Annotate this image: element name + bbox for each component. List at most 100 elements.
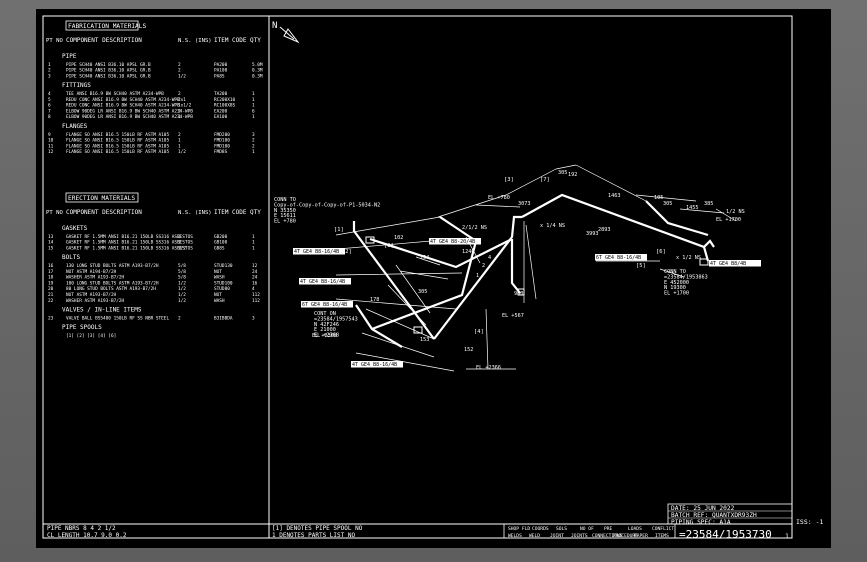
item-code: STUD130 [214, 263, 233, 269]
nominal-size: 2 [178, 68, 181, 74]
nominal-size: 1 [178, 114, 181, 120]
drawing-number: =23584/1953730 [679, 528, 772, 541]
part-no: 7 [48, 108, 51, 114]
dimension-label: 1455 [686, 205, 699, 211]
quantity: 5.0M [252, 62, 263, 68]
part-no: 23 [48, 315, 54, 321]
quantity: 1 [252, 114, 255, 120]
item-code: FMD8S [214, 149, 228, 155]
part-no: 10 [48, 138, 54, 144]
dimension-label: 152 [464, 347, 473, 353]
dimension-label: 1246 [462, 249, 475, 255]
quantity: 1 [252, 234, 255, 240]
ns-header: N.S. (INS) [178, 38, 212, 44]
dimension-label: 305 [418, 289, 427, 295]
component-desc: FLANGE SO ANSI B16.5 150LB RF ASTM A105 [66, 138, 169, 144]
item-code: NUT [214, 292, 222, 298]
item-code: FMD100 [214, 138, 230, 144]
footer-col-head: COORDS [532, 526, 549, 532]
section-title: FLANGES [62, 123, 88, 130]
footer-columns: SHOP FLD COORDS SOLS NO OF PRE LOADS CONFLICT W… [508, 526, 674, 539]
issue-label: ISS: -1 [796, 518, 823, 526]
part-no: 19 [48, 280, 54, 286]
quantity: 0.3M [252, 73, 263, 79]
quantity: 24 [252, 275, 258, 281]
ns-header: N.S. (INS) [178, 210, 212, 216]
item-code: GB8S [214, 245, 225, 251]
drawing-viewer: DATE: 25 JUN 2022 BATCH REF: QUANTXDR93Z… [0, 0, 867, 562]
nominal-size: 1/2 [178, 280, 186, 286]
spec-tag: 4T GE4 B8-16/4B [300, 279, 345, 285]
component-desc: NUT ASTM A193-B7/2H [66, 292, 117, 298]
nominal-size: 2 [178, 108, 181, 114]
isometric-pipe-routing [335, 164, 737, 372]
item-code: NUT [214, 269, 222, 275]
qty-header: QTY [250, 209, 261, 216]
dimension-label: 105 [654, 195, 663, 201]
nominal-size: 2 [178, 62, 181, 68]
item-code: PA8S [214, 73, 225, 79]
component-desc: [1] [2] [3] [4] [6] [66, 333, 116, 339]
quantity: 2 [252, 138, 255, 144]
qty-header: QTY [250, 37, 261, 44]
title-batch-ref: BATCH REF: QUANTXDR93ZH [671, 512, 757, 519]
elevation-label: EL +1700 [716, 217, 741, 223]
fabrication-title: FABRICATION MATERIALS [68, 23, 147, 30]
sheet-number: 1 [785, 532, 789, 540]
spool-tag: [3] [504, 177, 514, 183]
section-title: PIPE SPOOLS [62, 324, 102, 331]
conn-to-label: EL +1700 [664, 291, 689, 297]
component-desc: 130 LONG STUD BOLTS ASTM A193-B7/2H [66, 263, 159, 269]
item-code: FMD200 [214, 132, 230, 138]
part-no: 14 [48, 240, 54, 246]
quantity: 3 [252, 132, 255, 138]
nominal-size: 2 [178, 132, 181, 138]
dimension-label: x 1/4 NS [540, 223, 565, 229]
section-title: GASKETS [62, 225, 88, 232]
item-code: STUD100 [214, 280, 233, 286]
nominal-size: 1/2 [178, 245, 186, 251]
section-title: PIPE [62, 53, 77, 60]
nominal-size: 5/8 [178, 275, 186, 281]
nominal-size: 1/2 [178, 298, 186, 304]
component-desc: 80 LONG STUD BOLTS ASTM A193-B7/2H [66, 286, 156, 292]
component-desc: TEE ANSI B16.9 BW SCH40 ASTM A234-WPB [66, 91, 164, 97]
nominal-size: 5/8 [178, 269, 186, 275]
elevation-label: EL +2368 [312, 333, 337, 339]
pipe-run [510, 239, 521, 294]
dimension-label: 1 [476, 273, 479, 279]
part-no: 21 [48, 292, 54, 298]
item-code: EA200 [214, 108, 228, 114]
component-desc: VALVE BALL BS5480 150LB RF SS NBR STEEL [66, 315, 169, 321]
nominal-size: 2 [178, 91, 181, 97]
component-desc: NUT ASTM A194-B7/2H [66, 269, 117, 275]
quantity: 1 [252, 245, 255, 251]
part-no: 5 [48, 97, 51, 103]
component-desc: PIPE SCH40 ANSI B36.10 APSL GR.B [66, 73, 151, 79]
elevation-label: EL +2366 [476, 365, 501, 371]
nominal-size: 1 [178, 138, 181, 144]
component-header: COMPONENT DESCRIPTION [66, 209, 142, 216]
quantity: 1 [252, 103, 255, 109]
dimension-label: 385 [704, 201, 713, 207]
nominal-size: 1/2 [178, 292, 186, 298]
component-desc: FLANGE SO ANSI B16.5 150LB RF ASTM A105 [66, 132, 169, 138]
conn-to-label: EL +780 [274, 219, 296, 225]
section-title: BOLTS [62, 254, 80, 261]
item-code: RC200X10 [214, 97, 236, 103]
component-header: COMPONENT DESCRIPTION [66, 37, 142, 44]
quantity: 12 [252, 263, 258, 269]
component-desc: ELBOW 90DEG LR ANSI B16.9 BW SCH40 ASTM … [66, 108, 193, 114]
part-no: 20 [48, 286, 54, 292]
quantity: 24 [252, 269, 258, 275]
part-no: 11 [48, 143, 54, 149]
title-date: DATE: 25 JUN 2022 [671, 505, 735, 512]
component-desc: FLANGE SO ANSI B16.5 150LB RF ASTM A105 [66, 143, 169, 149]
item-code: PA200 [214, 62, 228, 68]
dimension-label: 1/2 NS [726, 209, 745, 215]
quantity: 1 [252, 149, 255, 155]
dimension-label: x 1/2 NS [676, 255, 701, 261]
component-desc: REDU CONC ANSI B16.9 BW SCH40 ASTM A234-… [66, 103, 180, 109]
spool-tag: [5] [636, 263, 646, 269]
footer-col-head: CONFLICT [652, 526, 674, 532]
